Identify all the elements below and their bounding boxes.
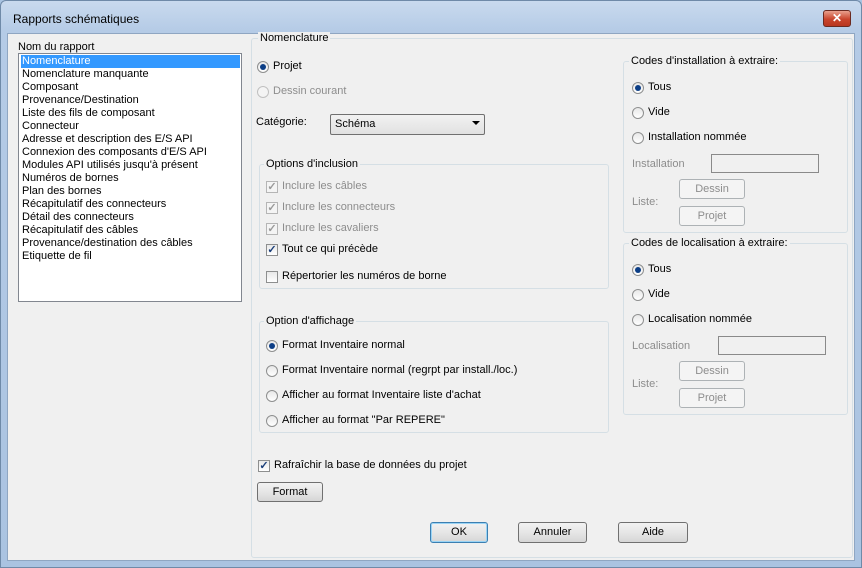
list-item[interactable]: Nomenclature manquante [21,68,240,81]
dessin-courant-label: Dessin courant [273,85,347,97]
list-item[interactable]: Liste des fils de composant [21,107,240,120]
localisation-vide-radio[interactable] [632,289,644,301]
inclure-connecteurs-checkbox[interactable]: ✓ [266,202,278,214]
window-title: Rapports schématiques [13,12,140,26]
list-item[interactable]: Adresse et description des E/S API [21,133,240,146]
installation-projet-button[interactable]: Projet [679,206,745,226]
dialog-client-area: Nom du rapport Nomenclature Nomenclature… [7,32,855,561]
dialog-window: Rapports schématiques ✕ Nom du rapport N… [0,0,862,568]
dessin-courant-radio[interactable] [257,86,269,98]
format-normal-radio[interactable] [266,340,278,352]
format-regrpt-label: Format Inventaire normal (regrpt par ins… [282,364,518,376]
localisation-projet-button[interactable]: Projet [679,388,745,408]
installation-vide-radio[interactable] [632,107,644,119]
tout-precede-checkbox[interactable]: ✓ [266,244,278,256]
localisation-group-label: Codes de localisation à extraire: [629,237,790,249]
categorie-value: Schéma [335,118,376,130]
localisation-liste-label: Liste: [632,378,659,390]
format-button[interactable]: Format [257,482,323,502]
format-normal-label: Format Inventaire normal [282,339,405,351]
categorie-dropdown[interactable]: Schéma [330,114,485,135]
list-item[interactable]: Etiquette de fil [21,250,240,263]
projet-radio[interactable] [257,61,269,73]
localisation-nommee-label: Localisation nommée [648,313,752,325]
nomenclature-group-label: Nomenclature [258,32,331,44]
localisation-vide-label: Vide [648,288,670,300]
installation-tous-radio[interactable] [632,82,644,94]
format-regrpt-radio[interactable] [266,365,278,377]
repertorier-bornes-checkbox[interactable] [266,271,278,283]
projet-label: Projet [273,60,302,72]
inclusion-group-label: Options d'inclusion [264,158,360,170]
localisation-dessin-button[interactable]: Dessin [679,361,745,381]
ok-button[interactable]: OK [430,522,488,543]
list-item[interactable]: Composant [21,81,240,94]
localisation-tous-label: Tous [648,263,672,275]
list-item[interactable]: Connexion des composants d'E/S API [21,146,240,159]
list-item[interactable]: Détail des connecteurs [21,211,240,224]
format-achat-label: Afficher au format Inventaire liste d'ac… [282,389,481,401]
localisation-nommee-radio[interactable] [632,314,644,326]
report-listbox[interactable]: Nomenclature Nomenclature manquante Comp… [18,53,242,302]
installation-dessin-button[interactable]: Dessin [679,179,745,199]
list-item[interactable]: Connecteur [21,120,240,133]
installation-input[interactable] [711,154,819,173]
inclure-cables-label: Inclure les câbles [282,180,367,192]
installation-liste-label: Liste: [632,196,659,208]
tout-precede-label: Tout ce qui précède [282,243,379,255]
help-button[interactable]: Aide [618,522,688,543]
title-bar[interactable]: Rapports schématiques ✕ [1,1,861,35]
inclure-cavaliers-checkbox[interactable]: ✓ [266,223,278,235]
repertorier-bornes-label: Répertorier les numéros de borne [282,270,447,282]
format-repere-radio[interactable] [266,415,278,427]
list-item[interactable]: Provenance/destination des câbles [21,237,240,250]
list-item[interactable]: Plan des bornes [21,185,240,198]
refresh-database-label: Rafraîchir la base de données du projet [274,459,467,471]
report-list-label: Nom du rapport [18,41,95,53]
installation-tous-label: Tous [648,81,672,93]
chevron-down-icon [472,121,480,125]
list-item[interactable]: Numéros de bornes [21,172,240,185]
cancel-button[interactable]: Annuler [518,522,587,543]
list-item[interactable]: Récapitulatif des câbles [21,224,240,237]
list-item[interactable]: Récapitulatif des connecteurs [21,198,240,211]
installation-field-label: Installation [632,158,685,170]
list-item-nomenclature[interactable]: Nomenclature [21,55,240,68]
refresh-database-checkbox[interactable]: ✓ [258,460,270,472]
installation-group-label: Codes d'installation à extraire: [629,55,781,67]
installation-vide-label: Vide [648,106,670,118]
inclure-cavaliers-label: Inclure les cavaliers [282,222,379,234]
installation-nommee-radio[interactable] [632,132,644,144]
close-button[interactable]: ✕ [823,10,851,27]
categorie-label: Catégorie: [256,116,307,128]
list-item[interactable]: Provenance/Destination [21,94,240,107]
localisation-input[interactable] [718,336,826,355]
format-achat-radio[interactable] [266,390,278,402]
localisation-tous-radio[interactable] [632,264,644,276]
inclure-connecteurs-label: Inclure les connecteurs [282,201,396,213]
list-item[interactable]: Modules API utilisés jusqu'à présent [21,159,240,172]
installation-nommee-label: Installation nommée [648,131,747,143]
format-repere-label: Afficher au format "Par REPERE" [282,414,445,426]
inclure-cables-checkbox[interactable]: ✓ [266,181,278,193]
affichage-group-label: Option d'affichage [264,315,357,327]
localisation-field-label: Localisation [632,340,691,352]
